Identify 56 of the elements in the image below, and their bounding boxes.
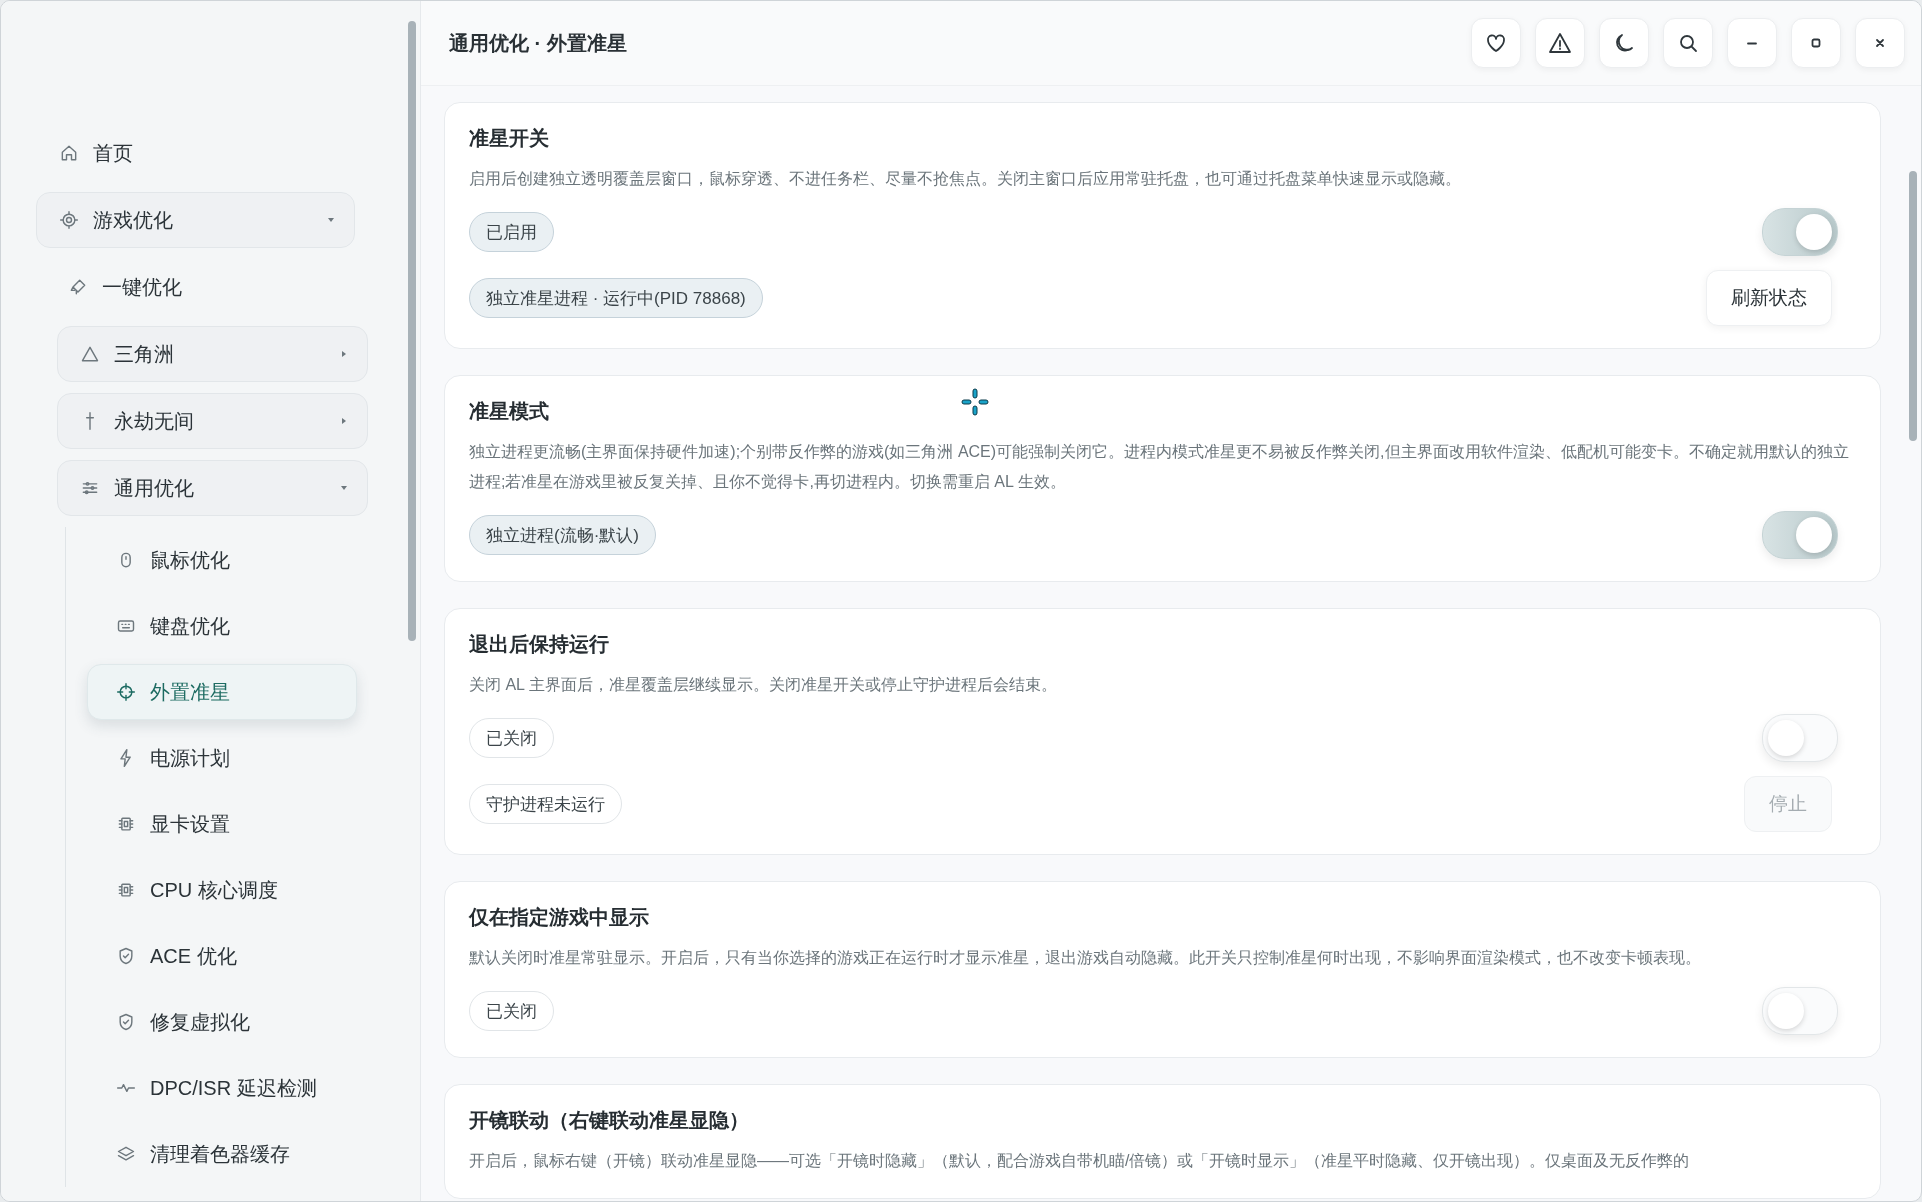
card-title: 准星开关 bbox=[469, 126, 549, 151]
nav-item[interactable]: 电源计划 bbox=[87, 730, 357, 786]
alert-button[interactable] bbox=[1535, 18, 1585, 68]
minimize-icon bbox=[1747, 41, 1757, 45]
status-chip: 已关闭 bbox=[469, 991, 554, 1031]
nav-item[interactable]: 键盘优化 bbox=[87, 598, 357, 654]
toggle-switch[interactable] bbox=[1762, 987, 1838, 1035]
close-button[interactable] bbox=[1855, 18, 1905, 68]
card-title: 准星模式 bbox=[469, 399, 549, 424]
nav-item[interactable]: CPU 核心调度 bbox=[87, 862, 357, 918]
toggle-switch[interactable] bbox=[1762, 511, 1838, 559]
card-description: 开启后，鼠标右键（开镜）联动准星显隐——可选「开镜时隐藏」（默认，配合游戏自带机瞄/倍镜）或「开镜时显示」（准星平时隐藏、仅开镜出现）。仅桌面及无反作弊的 bbox=[469, 1151, 1691, 1171]
nav-group[interactable]: 三角洲 bbox=[57, 326, 368, 382]
status-chip: 独立准星进程 · 运行中(PID 78868) bbox=[469, 278, 763, 318]
triangle-icon bbox=[80, 344, 100, 364]
search-button[interactable] bbox=[1663, 18, 1713, 68]
nav-item[interactable]: 首页 bbox=[36, 125, 355, 181]
nav-item[interactable]: 修复虚拟化 bbox=[87, 994, 357, 1050]
shield-icon bbox=[116, 946, 136, 966]
favorite-button[interactable] bbox=[1471, 18, 1521, 68]
card-description: 关闭 AL 主界面后，准星覆盖层继续显示。关闭准星开关或停止守护进程后会结束。 bbox=[469, 675, 1058, 695]
nav-item[interactable]: 一键优化 bbox=[57, 259, 368, 315]
card-title: 退出后保持运行 bbox=[469, 632, 609, 657]
maximize-button[interactable] bbox=[1791, 18, 1841, 68]
crosshair-icon bbox=[116, 682, 136, 702]
card-description: 默认关闭时准星常驻显示。开启后，只有当你选择的游戏正在运行时才显示准星，退出游戏自动隐藏。此开关只控制准星何时出现，不影响界面渲染模式，也不改变卡顿表现。 bbox=[469, 948, 1702, 968]
nav-item[interactable]: 清理着色器缓存 bbox=[87, 1126, 357, 1182]
toggle-switch[interactable] bbox=[1762, 714, 1838, 762]
chip-icon bbox=[116, 814, 136, 834]
warning-icon bbox=[1548, 31, 1572, 55]
nav-item[interactable]: ACE 优化 bbox=[87, 928, 357, 984]
nav-item[interactable]: 显卡设置 bbox=[87, 796, 357, 852]
status-chip: 守护进程未运行 bbox=[469, 784, 622, 824]
nav-group[interactable]: 永劫无间 bbox=[57, 393, 368, 449]
card-title: 仅在指定游戏中显示 bbox=[469, 905, 649, 930]
window-title: 通用优化 · 外置准星 bbox=[449, 30, 627, 56]
card-description: 启用后创建独立透明覆盖层窗口，鼠标穿透、不进任务栏、尽量不抢焦点。关闭主窗口后应用常驻托盘，也可通过托盘菜单快速显示或隐藏。 bbox=[469, 169, 1462, 189]
status-chip: 已启用 bbox=[469, 212, 554, 252]
refresh-button[interactable]: 刷新状态 bbox=[1706, 270, 1832, 326]
shield-icon bbox=[116, 1012, 136, 1032]
toggle-switch[interactable] bbox=[1762, 208, 1838, 256]
chip-icon bbox=[116, 880, 136, 900]
card-title: 开镜联动（右键联动准星显隐） bbox=[469, 1108, 749, 1133]
nav-group[interactable]: 通用优化 bbox=[57, 460, 368, 516]
nav-item[interactable]: 外置准星 bbox=[87, 664, 357, 720]
status-chip: 独立进程(流畅·默认) bbox=[469, 515, 656, 555]
nav-item[interactable]: 鼠标优化 bbox=[87, 532, 357, 588]
status-chip: 已关闭 bbox=[469, 718, 554, 758]
target-icon bbox=[59, 210, 79, 230]
minimize-button[interactable] bbox=[1727, 18, 1777, 68]
theme-button[interactable] bbox=[1599, 18, 1649, 68]
crosshair-icon bbox=[960, 387, 990, 417]
home-icon bbox=[59, 143, 79, 163]
nav-group[interactable]: 游戏优化 bbox=[36, 192, 355, 248]
nav-item[interactable]: DPC/ISR 延迟检测 bbox=[87, 1060, 357, 1116]
card-description: 独立进程更流畅(主界面保持硬件加速);个别带反作弊的游戏(如三角洲 ACE)可能强制关闭它。进程内模式准星更不易被反作弊关闭,但主界面改用软件渲染、低配机可能变卡。不确定就用默认的独立进程;若准星在游戏里被反复关掉、且你不觉得卡,再切进程内。切换需重启 AL 生效。 bbox=[469, 442, 1850, 492]
